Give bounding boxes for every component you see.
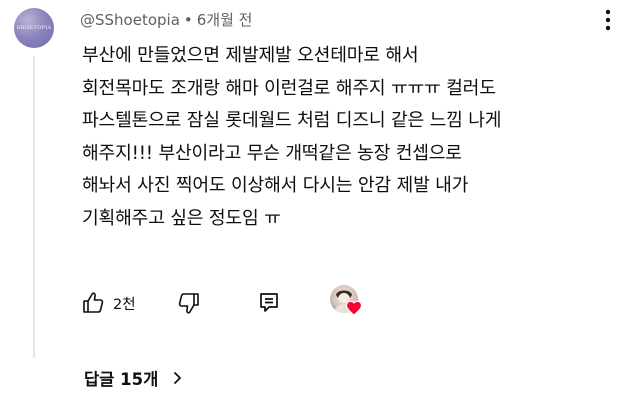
comment-line: 부산에 만들었으면 제발제발 오션테마로 해서 [82,45,419,66]
chevron-right-icon [174,371,182,385]
dislike-button[interactable] [174,288,204,318]
thumbs-down-icon [178,293,199,314]
comment-line: 해놔서 사진 찍어도 이상해서 다시는 안감 제발 내가 [82,175,469,197]
avatar-logo-text: SHOETOPIA [16,24,52,31]
heart-icon [345,300,362,316]
like-button[interactable] [78,288,108,318]
comment-line: 회전목마도 조개랑 해마 이런걸로 해주지 ㅠㅠㅠ 컬러도 [82,77,496,99]
more-options-button[interactable] [594,6,622,34]
comment-line: 해주지!!! 부산이라고 무슨 개떡같은 농장 컨셉으로 [82,142,462,164]
comment-time[interactable]: 6개월 전 [197,9,253,30]
like-count: 2천 [113,296,136,313]
comment-line: 파스텔톤으로 잠실 롯데월드 처럼 디즈니 같은 느낌 나게 [82,110,502,132]
thread-line [33,56,35,358]
replies-count-label: 답글 15개 [84,370,159,389]
comment-line: 기획해주고 싶은 정도임 ㅠ [82,207,281,229]
view-replies-button[interactable]: 답글 15개 [84,366,184,390]
comment-text: 부산에 만들었으면 제발제발 오션테마로 해서 회전목마도 조개랑 해마 이런걸… [82,40,627,236]
reply-icon [259,293,278,312]
creator-heart [329,285,366,321]
comment-header: @SShoetopia • 6개월 전 [80,9,252,30]
comment-card: SHOETOPIA @SShoetopia • 6개월 전 부산에 만들었으면 … [0,0,640,419]
header-separator: • [183,10,193,29]
thumbs-up-icon [83,292,104,313]
comment-actions: 2천 [78,283,366,323]
more-vertical-icon [605,9,611,31]
author-avatar[interactable]: SHOETOPIA [14,8,54,48]
reply-button[interactable] [254,288,284,318]
author-handle[interactable]: @SShoetopia [80,11,180,29]
